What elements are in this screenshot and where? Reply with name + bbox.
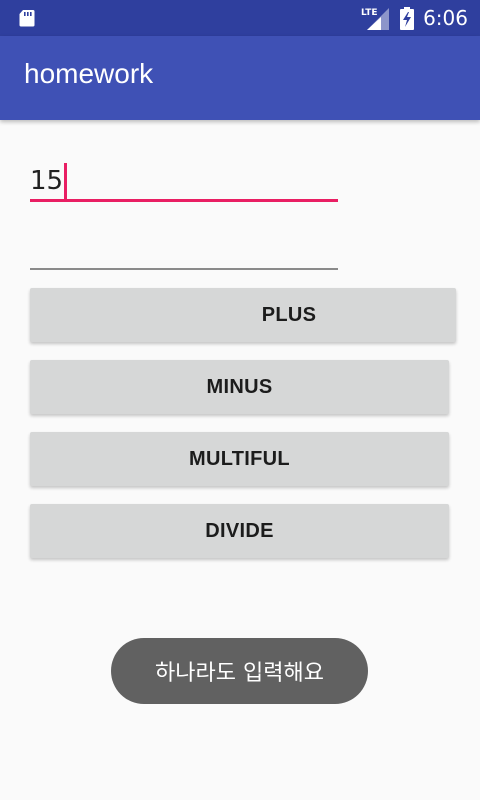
app-title: homework xyxy=(24,58,154,89)
divide-button-label: DIVIDE xyxy=(205,519,274,542)
status-bar: LTE 6:06 xyxy=(0,0,480,36)
second-number-input[interactable] xyxy=(30,220,338,270)
minus-button-label: MINUS xyxy=(206,375,273,398)
battery-charging-icon xyxy=(400,7,415,30)
multiply-button-label: MULTIFUL xyxy=(189,447,290,470)
lte-signal-icon: LTE xyxy=(361,8,390,30)
plus-button[interactable]: PLUS xyxy=(30,288,456,342)
toast-text: 하나라도 입력해요 xyxy=(155,661,324,686)
status-time: 6:06 xyxy=(423,6,468,30)
divide-button[interactable]: DIVIDE xyxy=(30,504,449,558)
input-underline-focused xyxy=(30,199,338,202)
multiply-button[interactable]: MULTIFUL xyxy=(30,432,449,486)
input-underline xyxy=(30,268,338,270)
toast-message: 하나라도 입력해요 xyxy=(111,638,368,704)
plus-button-label: PLUS xyxy=(261,303,317,326)
app-bar: homework xyxy=(0,36,480,120)
first-number-input[interactable]: 15 xyxy=(30,150,338,202)
lte-label: LTE xyxy=(361,8,378,18)
minus-button[interactable]: MINUS xyxy=(30,360,449,414)
text-cursor xyxy=(64,163,68,199)
sd-card-icon xyxy=(19,10,35,27)
first-number-value: 15 xyxy=(30,166,64,196)
